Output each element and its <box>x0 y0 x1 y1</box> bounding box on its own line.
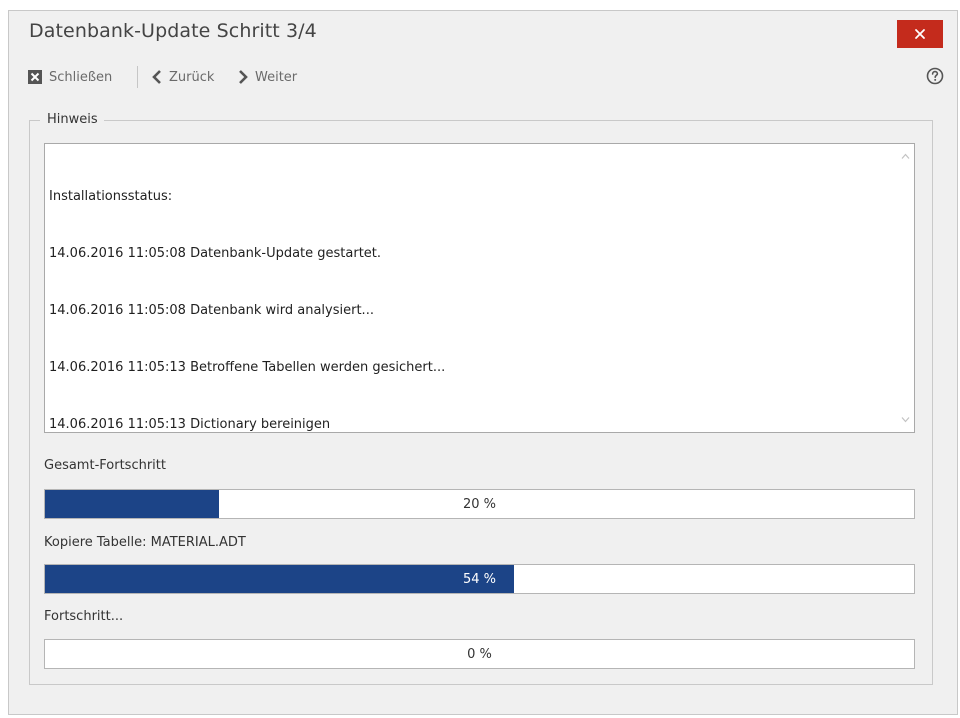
log-line: 14.06.2016 11:05:08 Datenbank wird analy… <box>49 303 374 318</box>
step-progress-text: 0 % <box>467 646 492 662</box>
help-circle-icon[interactable] <box>926 67 944 85</box>
table-progress-label: Kopiere Tabelle: MATERIAL.ADT <box>44 535 246 550</box>
toolbar-separator <box>137 66 138 88</box>
chevron-right-icon <box>239 70 248 84</box>
log-line: 14.06.2016 11:05:08 Datenbank-Update ges… <box>49 246 382 261</box>
status-log-lines: Installationsstatus: 14.06.2016 11:05:08… <box>49 149 445 472</box>
total-progress-label: Gesamt-Fortschritt <box>44 458 166 473</box>
log-scrollbar[interactable] <box>897 144 914 432</box>
toolbar: Schließen Zurück Weiter <box>9 63 957 91</box>
table-progress-bar: 54 % <box>44 564 915 594</box>
close-button[interactable]: Schließen <box>27 65 112 89</box>
log-line: 14.06.2016 11:05:13 Dictionary bereinige… <box>49 417 331 432</box>
scroll-up-icon[interactable] <box>901 152 910 161</box>
title-bar: Datenbank-Update Schritt 3/4 <box>9 11 957 59</box>
next-button[interactable]: Weiter <box>237 65 297 89</box>
step-progress-label: Fortschritt... <box>44 609 124 624</box>
hint-groupbox-legend: Hinweis <box>40 110 104 130</box>
window-title: Datenbank-Update Schritt 3/4 <box>29 20 317 42</box>
step-progress-bar: 0 % <box>44 639 915 669</box>
back-button-label: Zurück <box>169 69 215 85</box>
window-close-button[interactable] <box>897 20 943 48</box>
chevron-left-icon <box>152 70 161 84</box>
next-button-label: Weiter <box>255 69 298 85</box>
back-button[interactable]: Zurück <box>151 65 214 89</box>
close-button-label: Schließen <box>49 69 113 85</box>
log-line: 14.06.2016 11:05:13 Betroffene Tabellen … <box>49 360 446 375</box>
close-x-icon <box>915 29 925 39</box>
table-progress-text: 54 % <box>462 571 497 587</box>
total-progress-bar: 20 % <box>44 489 915 519</box>
close-box-icon <box>28 70 42 84</box>
total-progress-text: 20 % <box>462 496 497 512</box>
status-log[interactable]: Installationsstatus: 14.06.2016 11:05:08… <box>44 143 915 433</box>
scroll-down-icon[interactable] <box>901 415 910 424</box>
log-line: Installationsstatus: <box>49 189 173 204</box>
